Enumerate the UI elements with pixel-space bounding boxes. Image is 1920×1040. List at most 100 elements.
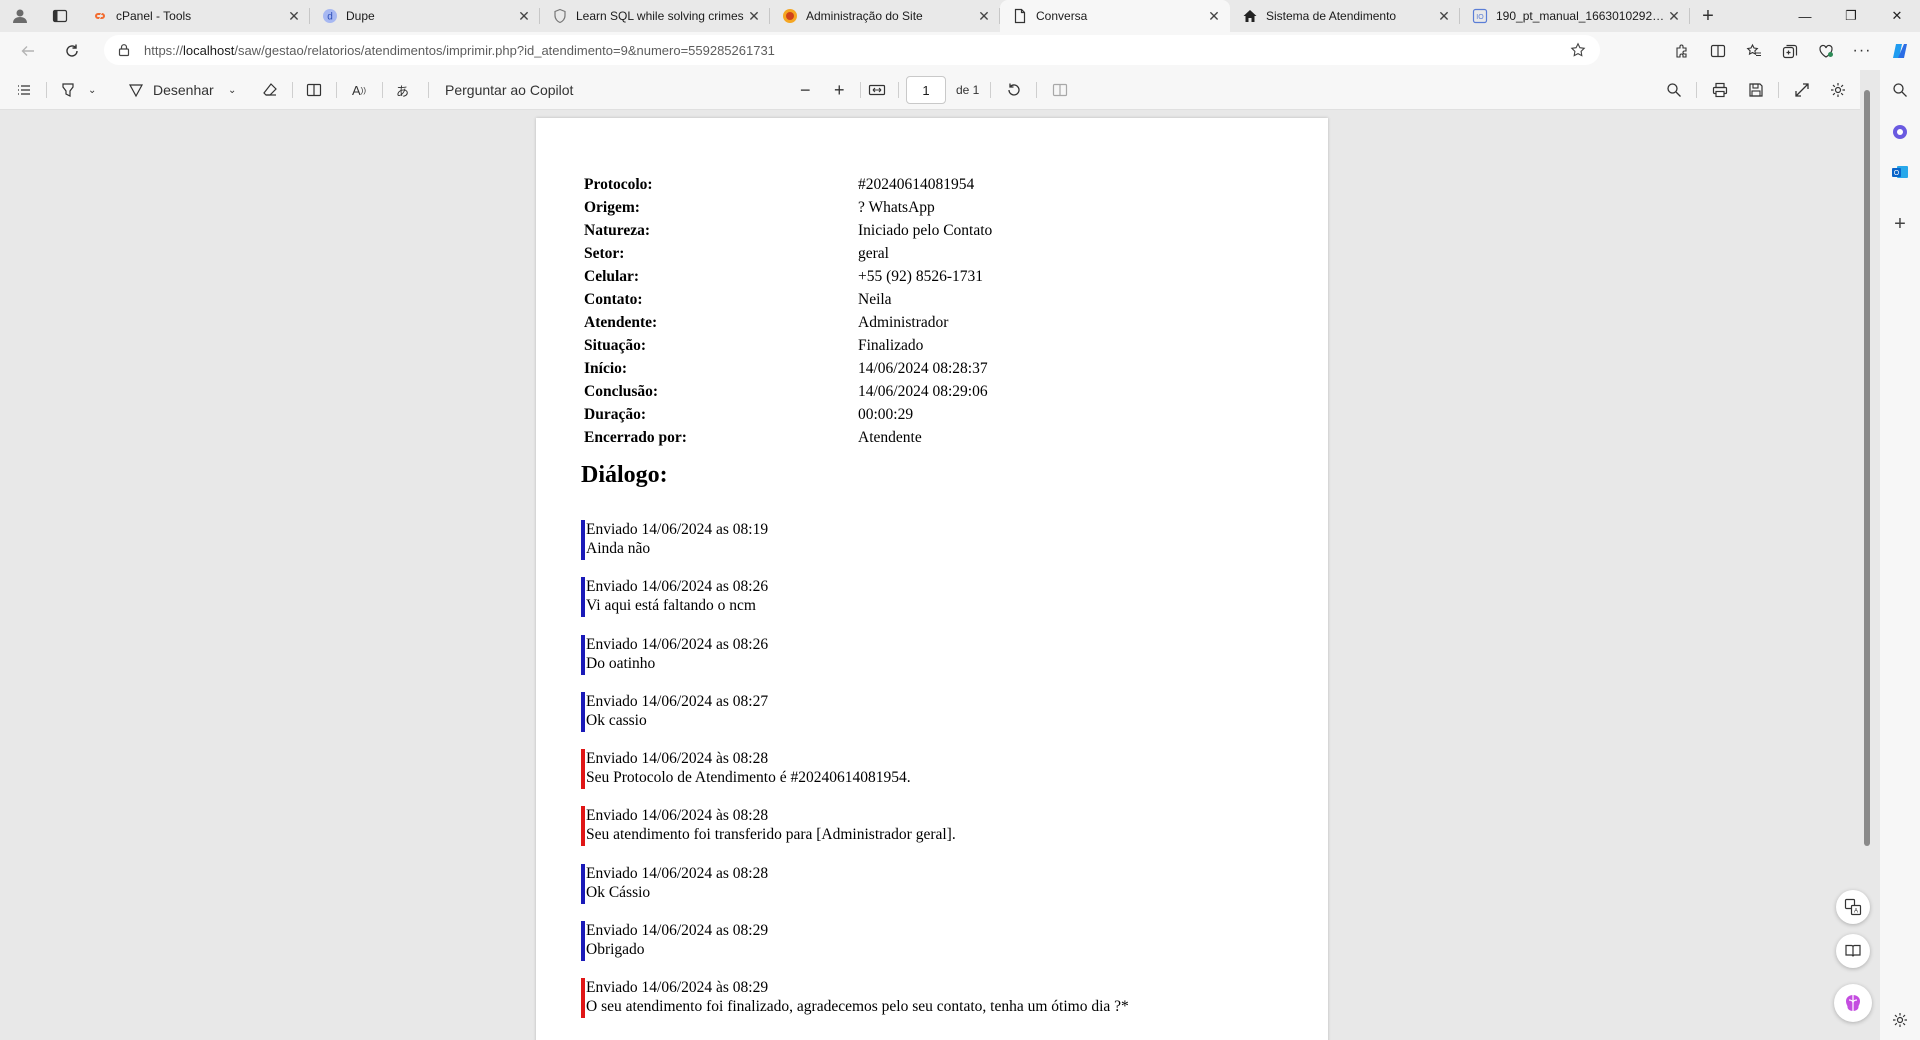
browser-essentials-icon[interactable] (1808, 35, 1844, 67)
tab-conversa[interactable]: Conversa ✕ (1000, 0, 1230, 32)
ask-copilot-label: Perguntar ao Copilot (445, 82, 574, 98)
shield-icon (552, 8, 568, 24)
svg-text:O: O (1894, 170, 1900, 177)
message-text: Vi aqui está faltando o ncm (586, 597, 756, 615)
zoom-in-icon[interactable]: + (834, 70, 845, 110)
info-label: Conclusão: (584, 383, 659, 400)
tab-actions-icon[interactable] (40, 0, 80, 32)
collections-icon[interactable] (1772, 35, 1808, 67)
info-value: 14/06/2024 08:28:37 (858, 360, 988, 377)
close-icon[interactable]: ✕ (1436, 8, 1452, 24)
message-sender-bar (581, 978, 585, 1019)
toolbar-separator (1696, 82, 1697, 98)
toolbar-separator (46, 82, 47, 98)
rotate-icon[interactable] (1006, 70, 1022, 110)
read-aloud-icon[interactable]: A)) (352, 70, 366, 110)
tab-cpanel[interactable]: cPanel - Tools ✕ (80, 0, 310, 32)
highlight-icon[interactable] (60, 70, 76, 110)
close-window-icon[interactable]: ✕ (1874, 0, 1920, 32)
pdf-icon: IO (1472, 8, 1488, 24)
add-sidebar-app-icon[interactable]: + (1880, 206, 1920, 242)
favorites-icon[interactable] (1736, 35, 1772, 67)
message-text: Seu Protocolo de Atendimento é #20240614… (586, 769, 911, 787)
zoom-out-icon[interactable]: − (800, 70, 811, 110)
copilot-icon[interactable] (1880, 35, 1920, 67)
copilot-apps-icon[interactable] (1880, 114, 1920, 150)
toolbar-separator (292, 82, 293, 98)
info-label: Natureza: (584, 222, 650, 239)
site-info-icon[interactable] (116, 43, 132, 57)
copilot-floating-button[interactable] (1834, 984, 1872, 1022)
close-icon[interactable]: ✕ (516, 8, 532, 24)
tab-sistema-atendimento[interactable]: Sistema de Atendimento ✕ (1230, 0, 1460, 32)
info-value: 00:00:29 (858, 406, 914, 423)
svg-text:IO: IO (1476, 14, 1484, 21)
search-icon[interactable] (1666, 70, 1682, 110)
more-options-icon[interactable]: ··· (1844, 35, 1880, 67)
message-sender-bar (581, 691, 585, 732)
sidebar-search-icon[interactable] (1880, 72, 1920, 108)
save-icon[interactable] (1748, 70, 1764, 110)
split-screen-icon[interactable] (1700, 35, 1736, 67)
translate-icon[interactable]: あ (396, 70, 409, 110)
highlight-dropdown-chevron-icon[interactable]: ⌄ (88, 70, 96, 110)
message-text: Ainda não (586, 540, 651, 557)
page-view-icon[interactable] (306, 70, 322, 110)
favorite-star-icon[interactable] (1568, 42, 1588, 58)
tab-pdf-manual[interactable]: IO 190_pt_manual_1663010292.pdf ✕ (1460, 0, 1690, 32)
dupe-icon: d (322, 8, 338, 24)
draw-dropdown-chevron-icon[interactable]: ⌄ (228, 70, 236, 110)
extensions-icon[interactable] (1664, 35, 1700, 67)
close-icon[interactable]: ✕ (286, 8, 302, 24)
vertical-scrollbar[interactable] (1862, 90, 1872, 1030)
close-icon[interactable]: ✕ (976, 8, 992, 24)
info-label: Origem: (584, 199, 640, 216)
tab-learn-sql[interactable]: Learn SQL while solving crimes ✕ (540, 0, 770, 32)
draw-button[interactable]: Desenhar (128, 70, 214, 110)
url-text: https://localhost/saw/gestao/relatorios/… (144, 42, 775, 58)
minimize-icon[interactable]: — (1782, 0, 1828, 32)
tab-site-admin[interactable]: Administração do Site ✕ (770, 0, 1000, 32)
ask-copilot-button[interactable]: Perguntar ao Copilot (445, 70, 573, 110)
page-icon (1012, 8, 1028, 24)
page-total-label: de 1 (956, 83, 980, 97)
pen-icon (128, 84, 144, 98)
immersive-reader-button[interactable] (1836, 934, 1870, 968)
home-icon (1242, 8, 1258, 24)
two-page-view-icon[interactable] (1052, 70, 1068, 110)
print-icon[interactable] (1712, 70, 1728, 110)
toolbar-separator (860, 82, 861, 98)
sidebar-settings-icon[interactable] (1880, 1002, 1920, 1038)
profile-icon[interactable] (0, 0, 40, 32)
site-admin-icon (782, 8, 798, 24)
translate-page-button[interactable]: A (1836, 890, 1870, 924)
back-icon[interactable] (10, 35, 46, 67)
info-label: Contato: (584, 291, 643, 308)
new-tab-button[interactable]: + (1690, 0, 1726, 32)
address-bar[interactable]: https://localhost/saw/gestao/relatorios/… (104, 35, 1600, 65)
close-icon[interactable]: ✕ (746, 8, 762, 24)
info-label: Início: (584, 360, 628, 377)
dialog-heading: Diálogo: (581, 462, 668, 488)
fit-to-width-icon[interactable] (868, 70, 886, 110)
refresh-icon[interactable] (54, 35, 90, 67)
pdf-viewer[interactable]: Protocolo: #20240614081954 Origem: ? WhatsA… (0, 110, 1860, 1040)
outlook-icon[interactable]: O (1880, 154, 1920, 190)
info-label: Encerrado por: (584, 429, 687, 446)
scrollbar-thumb[interactable] (1864, 90, 1870, 846)
message-sender-bar (581, 749, 585, 790)
tab-title: Administração do Site (806, 9, 923, 23)
brain-icon (1846, 995, 1860, 1011)
browser-toolbar-right: ··· (1664, 35, 1920, 67)
settings-gear-icon[interactable] (1830, 70, 1846, 110)
eraser-icon[interactable] (262, 70, 278, 110)
translate-icon: A (1844, 898, 1862, 916)
restore-icon[interactable]: ❐ (1828, 0, 1874, 32)
close-icon[interactable]: ✕ (1206, 8, 1222, 24)
fullscreen-icon[interactable] (1794, 70, 1810, 110)
tab-dupe[interactable]: d Dupe ✕ (310, 0, 540, 32)
close-icon[interactable]: ✕ (1666, 8, 1682, 24)
page-number-input[interactable]: 1 (906, 76, 946, 104)
cpanel-icon (92, 8, 108, 24)
contents-icon[interactable] (16, 70, 32, 110)
